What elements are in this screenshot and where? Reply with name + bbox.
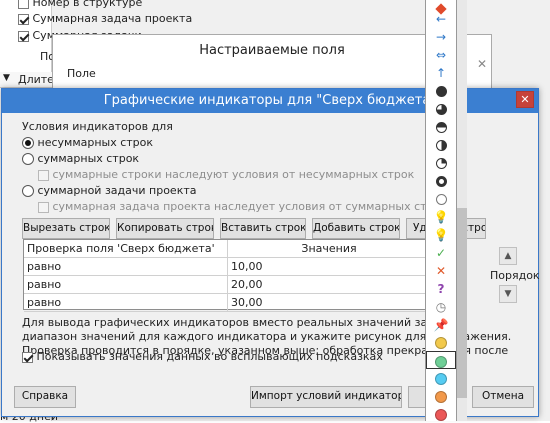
project-inherit-row[interactable]: суммарная задача проекта наследует услов…	[38, 200, 447, 213]
help-button[interactable]: Справка	[14, 386, 76, 408]
radio-project-summary[interactable]	[22, 185, 34, 197]
import-conditions-button[interactable]: Импорт условий индикаторов...	[250, 386, 402, 408]
indicator-icon-list[interactable]: ← → ⇔ ↑ 💡 💡 ✓ ✕ ? ◷ 📌	[425, 0, 457, 421]
paste-row-button[interactable]: Вставить строку	[220, 218, 306, 239]
yellow-smiley-icon[interactable]	[426, 333, 456, 351]
show-tooltip-label: Показывать значения данных во всплывающи…	[36, 350, 383, 363]
grid-header-test: Проверка поля 'Сверх бюджета'	[24, 240, 228, 258]
field-group-label: Поле	[67, 67, 96, 80]
pushpin-icon[interactable]: 📌	[426, 316, 456, 334]
copy-row-button[interactable]: Копировать строку	[116, 218, 214, 239]
grid-row-3-test[interactable]: равно	[24, 294, 228, 312]
radio-project-summary-label: суммарной задачи проекта	[37, 184, 197, 197]
bg-outline-number-label: Номер в структуре	[32, 0, 143, 9]
radio-summary-label: суммарных строк	[37, 152, 140, 165]
custom-fields-close-icon[interactable]: ✕	[473, 55, 491, 73]
grid-row-2-value[interactable]: 20,00	[228, 276, 431, 294]
icon-list-scrollbar-thumb[interactable]	[457, 208, 467, 398]
bg-project-summary-label: Суммарная задача проекта	[32, 12, 193, 25]
checkmark-icon[interactable]: ✓	[426, 244, 456, 262]
grid-row-2-test[interactable]: равно	[24, 276, 228, 294]
add-row-button[interactable]: Добавить строку	[312, 218, 400, 239]
grid-row-1-test[interactable]: равно	[24, 258, 228, 276]
left-arrow-icon[interactable]: ←	[426, 10, 456, 28]
order-label: Порядок	[490, 269, 540, 282]
grid-header-value: Значения	[228, 240, 431, 258]
white-circle-icon[interactable]	[426, 154, 456, 172]
project-inherit-label: суммарная задача проекта наследует услов…	[52, 200, 447, 213]
radio-summary-row[interactable]: суммарных строк	[22, 152, 139, 165]
bg-column-header: ▼ Длител	[0, 72, 61, 88]
question-mark-icon[interactable]: ?	[426, 280, 456, 298]
red-x-icon[interactable]: ✕	[426, 262, 456, 280]
three-quarter-circle-icon[interactable]	[426, 136, 456, 154]
bg-outline-number-checkbox[interactable]	[18, 0, 29, 9]
summary-inherit-label: суммарные строки наследуют условия от не…	[52, 168, 415, 181]
right-arrow-icon[interactable]: →	[426, 28, 456, 46]
cut-row-button[interactable]: Вырезать строку	[22, 218, 110, 239]
up-arrow-icon[interactable]: ↑	[426, 64, 456, 82]
lightbulb-icon[interactable]: 💡	[426, 226, 456, 244]
conditions-label: Условия индикаторов для	[22, 120, 173, 133]
grid-row-1-value[interactable]: 10,00	[228, 258, 431, 276]
project-inherit-checkbox[interactable]	[38, 201, 49, 213]
blue-smiley-icon[interactable]	[426, 369, 456, 387]
show-tooltip-checkbox[interactable]	[22, 351, 33, 363]
bg-project-summary-checkbox[interactable]	[18, 13, 29, 25]
radio-summary[interactable]	[22, 153, 34, 165]
bg-summary-tasks-checkbox[interactable]	[18, 30, 29, 42]
radio-project-row[interactable]: суммарной задачи проекта	[22, 184, 197, 197]
orange-smiley-icon[interactable]	[426, 387, 456, 405]
clock-icon[interactable]: ◷	[426, 298, 456, 316]
left-right-arrow-icon[interactable]: ⇔	[426, 46, 456, 64]
move-up-button[interactable]: ▲	[499, 247, 517, 265]
close-button[interactable]: ✕	[516, 91, 534, 108]
red-smiley-icon[interactable]	[426, 405, 456, 423]
cancel-button[interactable]: Отмена	[472, 386, 534, 408]
bg-item-project-summary[interactable]: Суммарная задача проекта	[18, 12, 192, 25]
bg-dropdown-icon[interactable]: ▼	[3, 73, 10, 83]
black-circle-icon[interactable]	[426, 82, 456, 100]
bg-item-outline-number[interactable]: Номер в структуре	[18, 0, 142, 9]
half-circle-icon[interactable]	[426, 118, 456, 136]
show-tooltip-row[interactable]: Показывать значения данных во всплывающи…	[22, 350, 383, 363]
ring-circle-icon[interactable]	[426, 172, 456, 190]
summary-inherit-row[interactable]: суммарные строки наследуют условия от не…	[38, 168, 414, 181]
conditions-grid: Проверка поля 'Сверх бюджета' Значения р…	[23, 239, 432, 312]
lightbulb-icon[interactable]: 💡	[426, 208, 456, 226]
quarter-circle-icon[interactable]	[426, 100, 456, 118]
radio-nonsummary-label: несуммарных строк	[37, 136, 154, 149]
summary-inherit-checkbox[interactable]	[38, 169, 49, 181]
grid-row-3-value[interactable]: 30,00	[228, 294, 431, 312]
radio-nonsummary[interactable]	[22, 137, 34, 149]
green-smiley-icon[interactable]	[426, 351, 456, 369]
radio-nonsummary-row[interactable]: несуммарных строк	[22, 136, 153, 149]
move-down-button[interactable]: ▼	[499, 285, 517, 303]
ring-circle-icon[interactable]	[426, 190, 456, 208]
